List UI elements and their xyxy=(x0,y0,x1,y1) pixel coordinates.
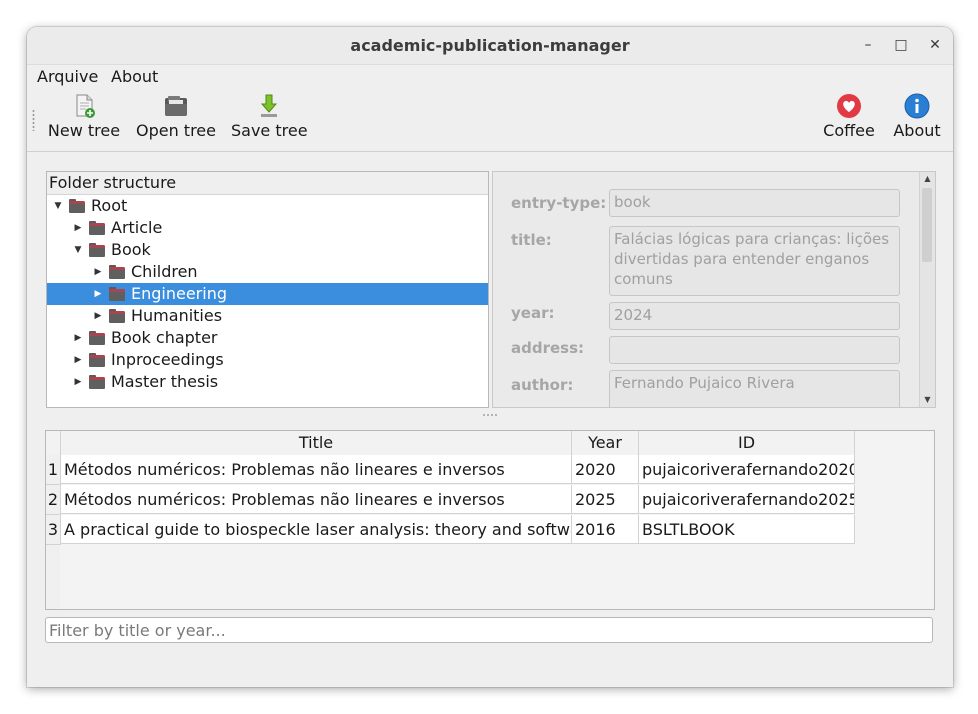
scroll-down-icon[interactable]: ▼ xyxy=(920,393,935,407)
folder-icon xyxy=(89,221,105,235)
collapse-arrow-icon[interactable]: ▼ xyxy=(53,195,63,217)
title-label: title: xyxy=(511,231,552,249)
new-tree-button[interactable]: New tree xyxy=(47,93,121,140)
new-tree-label: New tree xyxy=(47,121,121,140)
coffee-label: Coffee xyxy=(823,121,875,140)
table-cell-id[interactable]: pujaicoriverafernando2025 xyxy=(639,485,855,514)
table-cell-id[interactable]: BSLTLBOOK xyxy=(639,515,855,544)
folder-icon xyxy=(109,287,125,301)
menu-arquive[interactable]: Arquive xyxy=(37,67,98,86)
collapse-arrow-icon[interactable]: ▼ xyxy=(73,239,83,261)
author-field[interactable]: Fernando Pujaico Rivera xyxy=(609,370,900,407)
table-cell-title[interactable]: A practical guide to biospeckle laser an… xyxy=(61,515,572,544)
table-cell-year[interactable]: 2025 xyxy=(572,485,639,514)
close-button[interactable]: ✕ xyxy=(925,35,945,55)
open-folder-icon xyxy=(165,96,187,116)
expand-arrow-icon[interactable]: ▶ xyxy=(73,327,83,349)
table-cell-year[interactable]: 2016 xyxy=(572,515,639,544)
entry-form: entry-type: book title: Falácias lógicas… xyxy=(492,171,936,408)
folder-icon xyxy=(69,199,85,213)
column-header-title[interactable]: Title xyxy=(61,431,572,456)
menu-about[interactable]: About xyxy=(111,67,158,86)
folder-icon xyxy=(89,331,105,345)
year-label: year: xyxy=(511,304,555,322)
table-cell-title[interactable]: Métodos numéricos: Problemas não lineare… xyxy=(61,455,572,484)
save-tree-button[interactable]: Save tree xyxy=(231,93,308,140)
tree-header: Folder structure xyxy=(47,172,488,195)
author-label: author: xyxy=(511,376,574,394)
tree-item-label: Book chapter xyxy=(111,328,218,347)
folder-tree[interactable]: Folder structure ▼ Root ▶ Article ▼ Book ▶ Chil… xyxy=(46,171,489,408)
expand-arrow-icon[interactable]: ▶ xyxy=(93,261,103,283)
publications-table[interactable]: Title Year ID 1 Métodos numéricos: Proble… xyxy=(45,430,935,610)
expand-arrow-icon[interactable]: ▶ xyxy=(73,349,83,371)
year-field[interactable]: 2024 xyxy=(609,302,900,330)
app-window: academic-publication-manager – □ ✕ Arqui… xyxy=(27,27,953,687)
title-bar: academic-publication-manager – □ ✕ xyxy=(27,27,953,65)
minimize-button[interactable]: – xyxy=(858,35,878,55)
table-corner xyxy=(46,431,61,456)
tree-item-engineering[interactable]: ▶ Engineering xyxy=(47,283,488,305)
info-icon xyxy=(904,93,930,119)
toolbar: New tree Open tree Save tree Coffee Abou… xyxy=(27,89,953,152)
window-title: academic-publication-manager xyxy=(350,36,630,55)
address-label: address: xyxy=(511,339,585,357)
expand-arrow-icon[interactable]: ▶ xyxy=(73,217,83,239)
tree-item-humanities[interactable]: ▶ Humanities xyxy=(47,305,488,327)
tree-item-label: Root xyxy=(91,196,128,215)
tree-item-article[interactable]: ▶ Article xyxy=(47,217,488,239)
column-header-id[interactable]: ID xyxy=(639,431,855,456)
row-number[interactable]: 3 xyxy=(46,515,61,545)
tree-item-label: Book xyxy=(111,240,151,259)
maximize-button[interactable]: □ xyxy=(891,35,911,55)
tree-item-book[interactable]: ▼ Book xyxy=(47,239,488,261)
entry-type-label: entry-type: xyxy=(511,194,607,212)
tree-item-label: Inproceedings xyxy=(111,350,224,369)
title-field[interactable]: Falácias lógicas para crianças: lições d… xyxy=(609,226,900,296)
tree-item-children[interactable]: ▶ Children xyxy=(47,261,488,283)
splitter-handle[interactable] xyxy=(482,413,498,417)
entry-type-field[interactable]: book xyxy=(609,189,900,217)
tree-item-master-thesis[interactable]: ▶ Master thesis xyxy=(47,371,488,393)
folder-icon xyxy=(89,353,105,367)
row-number[interactable]: 1 xyxy=(46,455,61,485)
about-button[interactable]: About xyxy=(891,93,943,140)
table-cell-id[interactable]: pujaicoriverafernando2020 xyxy=(639,455,855,484)
tree-item-label: Engineering xyxy=(131,284,227,303)
row-number[interactable]: 2 xyxy=(46,485,61,515)
heart-icon xyxy=(837,94,861,118)
tree-item-label: Children xyxy=(131,262,198,281)
folder-icon xyxy=(109,265,125,279)
folder-icon xyxy=(109,309,125,323)
tree-item-label: Article xyxy=(111,218,163,237)
expand-arrow-icon[interactable]: ▶ xyxy=(93,305,103,327)
folder-icon xyxy=(89,243,105,257)
scroll-thumb[interactable] xyxy=(922,188,932,262)
address-field[interactable] xyxy=(609,336,900,364)
folder-icon xyxy=(89,375,105,389)
table-cell-title[interactable]: Métodos numéricos: Problemas não lineare… xyxy=(61,485,572,514)
tree-item-root[interactable]: ▼ Root xyxy=(47,195,488,217)
about-label: About xyxy=(893,121,941,140)
tree-item-label: Humanities xyxy=(131,306,223,325)
coffee-button[interactable]: Coffee xyxy=(821,93,877,140)
filter-input[interactable] xyxy=(45,617,933,643)
expand-arrow-icon[interactable]: ▶ xyxy=(93,283,103,305)
save-tree-label: Save tree xyxy=(231,121,308,140)
save-arrow-icon xyxy=(260,94,278,117)
scroll-up-icon[interactable]: ▲ xyxy=(920,172,935,186)
menu-bar: Arquive About xyxy=(27,65,953,89)
tree-item-inproceedings[interactable]: ▶ Inproceedings xyxy=(47,349,488,371)
open-tree-label: Open tree xyxy=(135,121,216,140)
tree-item-book-chapter[interactable]: ▶ Book chapter xyxy=(47,327,488,349)
toolbar-grip[interactable] xyxy=(32,109,35,131)
open-tree-button[interactable]: Open tree xyxy=(135,93,217,140)
expand-arrow-icon[interactable]: ▶ xyxy=(73,371,83,393)
form-scrollbar[interactable]: ▲ ▼ xyxy=(919,172,935,407)
new-file-icon xyxy=(76,94,95,118)
tree-item-label: Master thesis xyxy=(111,372,219,391)
table-cell-year[interactable]: 2020 xyxy=(572,455,639,484)
column-header-year[interactable]: Year xyxy=(572,431,639,456)
